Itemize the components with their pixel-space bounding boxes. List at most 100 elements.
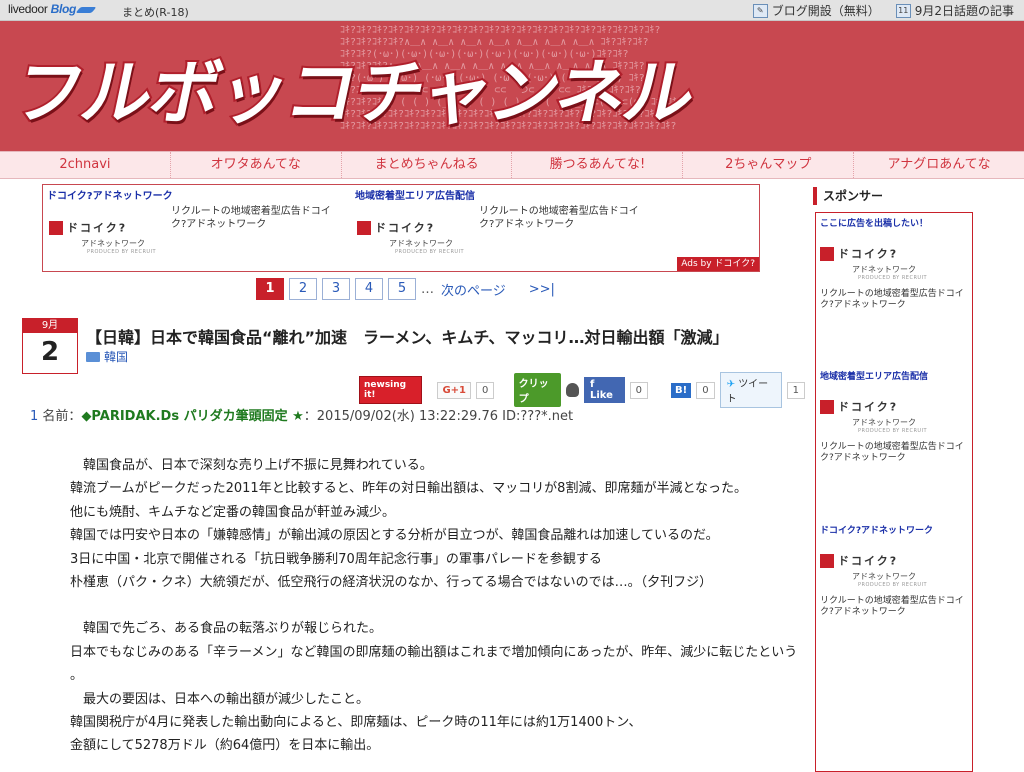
sponsor-text[interactable]: リクルートの地域密着型広告ドコイク?アドネットワーク (820, 442, 970, 464)
pager-ellipsis: … (421, 281, 434, 297)
sponsor-text[interactable]: リクルートの地域密着型広告ドコイク?アドネットワーク (820, 596, 970, 618)
logo-sub: アドネットワーク (852, 418, 916, 427)
ad-right-title[interactable]: 地域密着型エリア広告配信 (355, 187, 655, 202)
clip-button[interactable]: クリップ (513, 373, 561, 407)
logo-kana: ドコイク? (375, 221, 436, 235)
nav-item-owata[interactable]: オワタあんてな (171, 152, 342, 178)
sponsor-title[interactable]: ここに広告を出稿したい！ (820, 216, 970, 229)
tweet-button[interactable]: ✈ ツイート (719, 372, 782, 408)
sponsor-block-1[interactable]: ここに広告を出稿したい！ ドコイク? アドネットワーク PRODUCED BY … (820, 216, 970, 311)
logo-sub2: PRODUCED BY RECRUIT (858, 428, 928, 434)
newsing-button[interactable]: newsing it! (359, 376, 422, 404)
date-day: 2 (40, 337, 60, 367)
dokoiku-mark-icon (49, 220, 63, 235)
facebook-like-button[interactable]: f Like (583, 377, 625, 403)
post-date: 9月 2 (22, 318, 78, 374)
response-meta: ：2015/09/02(水) 13:22:29.76 ID:???*.net (303, 409, 574, 424)
dokoiku-mark-icon (820, 553, 834, 568)
social-buttons: newsing it! G+1 0 クリップ f Like 0 B! 0 ✈ ツ… (359, 372, 805, 408)
dokoiku-logo[interactable]: ドコイク? アドネットワーク PRODUCED BY RECRUIT (820, 550, 970, 590)
evernote-icon[interactable] (565, 383, 579, 397)
nav-item-matome-channel[interactable]: まとめちゃんねる (342, 152, 513, 178)
pagination: 1 2 3 4 5 … 次のページ >>| (256, 278, 555, 300)
antenna-nav: 2chnavi オワタあんてな まとめちゃんねる 勝つるあんてな! 2ちゃんマッ… (0, 151, 1024, 179)
facebook-count: 0 (629, 381, 649, 399)
page-3[interactable]: 3 (322, 278, 350, 300)
page-1[interactable]: 1 (256, 278, 284, 300)
logo-sub2: PRODUCED BY RECRUIT (858, 582, 928, 588)
sponsor-text[interactable]: リクルートの地域密着型広告ドコイク?アドネットワーク (820, 289, 970, 311)
twitter-icon: ✈ (726, 379, 735, 390)
ad-left-text[interactable]: リクルートの地域密着型広告ドコイク?アドネットワーク (171, 205, 341, 231)
logo-kana: ドコイク? (838, 247, 899, 261)
logo-sub2: PRODUCED BY RECRUIT (858, 275, 928, 281)
hatena-bookmark-button[interactable]: B! (671, 382, 692, 398)
logo-sub: アドネットワーク (389, 239, 453, 248)
nav-item-katsuru[interactable]: 勝つるあんてな! (512, 152, 684, 178)
poster-name: ◆PARIDAK.Ds パリダカ筆頭固定 ★ (81, 409, 304, 424)
body-line: 韓流ブームがピークだった2011年と比較すると、昨年の対日輸出額は、マッコリが8… (70, 481, 748, 497)
sponsor-block-2[interactable]: 地域密着型エリア広告配信 ドコイク? アドネットワーク PRODUCED BY … (820, 369, 970, 464)
nav-item-2ch-map[interactable]: 2ちゃんマップ (683, 152, 855, 178)
post-title[interactable]: 【日韓】日本で韓国食品“離れ”加速 ラーメン、キムチ、マッコリ…対日輸出額「激減… (86, 324, 728, 348)
logo-sub: アドネットワーク (852, 265, 916, 274)
logo-sub: アドネットワーク (852, 572, 916, 581)
sponsor-title[interactable]: 地域密着型エリア広告配信 (820, 369, 970, 382)
sponsor-block-3[interactable]: ドコイク?アドネットワーク ドコイク? アドネットワーク PRODUCED BY… (820, 523, 970, 618)
response-number[interactable]: 1 (30, 409, 38, 424)
pen-icon (75, 7, 97, 13)
body-line: 韓国では円安や日本の「嫌韓感情」が輸出減の原因とする分析が目立つが、韓国食品離れ… (70, 528, 719, 544)
sidebar: スポンサー ここに広告を出稿したい！ ドコイク? アドネットワーク PRODUC… (811, 182, 973, 772)
dokoiku-logo[interactable]: ドコイク? アドネットワーク PRODUCED BY RECRUIT (357, 217, 467, 257)
gplus-button[interactable]: G+1 (437, 381, 471, 399)
body-line: 朴槿恵（パク・クネ）大統領だが、低空飛行の経済状況のなか、行ってる場合ではないの… (70, 575, 713, 591)
dokoiku-logo[interactable]: ドコイク? アドネットワーク PRODUCED BY RECRUIT (820, 396, 970, 436)
topic-link[interactable]: 11 9月2日話題の記事 (895, 2, 1014, 19)
page-2[interactable]: 2 (289, 278, 317, 300)
dokoiku-logo[interactable]: ドコイク? アドネットワーク PRODUCED BY RECRUIT (49, 217, 159, 257)
ad-right-text[interactable]: リクルートの地域密着型広告ドコイク?アドネットワーク (479, 205, 649, 231)
gplus-count: 0 (475, 381, 495, 399)
main-content: ドコイク?アドネットワーク ドコイク? アドネットワーク PRODUCED BY… (20, 182, 805, 768)
body-line: 韓国で先ごろ、ある食品の転落ぶりが報じられた。 (70, 621, 383, 637)
livedoor-blog-logo[interactable]: livedoor Blog (8, 2, 97, 18)
ad-left[interactable]: ドコイク?アドネットワーク ドコイク? アドネットワーク PRODUCED BY… (47, 187, 347, 255)
logo-kana: ドコイク? (67, 221, 128, 235)
logo-kana: ドコイク? (838, 400, 899, 414)
last-page-link[interactable]: >>| (529, 282, 555, 297)
hatena-count: 0 (696, 381, 715, 399)
page-5[interactable]: 5 (388, 278, 416, 300)
body-line: 金額にして5278万ドル（約64億円）を日本に輸出。 (70, 738, 380, 754)
logo-kana: ドコイク? (838, 554, 899, 568)
post-category[interactable]: 韓国 (86, 348, 128, 365)
body-line: 3日に中国・北京で開催される「抗日戦争勝利70周年記念行事」の軍事パレードを参観… (70, 551, 602, 567)
body-line: 韓国関税庁が4月に発表した輸出動向によると、即席麺は、ピーク時の11年には約1万… (70, 715, 642, 731)
edit-icon: ✎ (752, 3, 768, 18)
dokoiku-logo[interactable]: ドコイク? アドネットワーク PRODUCED BY RECRUIT (820, 243, 970, 283)
logo-sub2: PRODUCED BY RECRUIT (87, 249, 157, 255)
ads-by-label[interactable]: Ads by ドコイク? (677, 257, 759, 271)
response-header: 1 名前：◆PARIDAK.Ds パリダカ筆頭固定 ★：2015/09/02(水… (30, 405, 573, 424)
fb-like-label: Like (589, 390, 613, 401)
open-blog-label: ブログ開設（無料） (771, 4, 880, 18)
matome-link[interactable]: まとめ(R-18) (122, 4, 189, 20)
folder-icon (86, 352, 100, 362)
ad-box: ドコイク?アドネットワーク ドコイク? アドネットワーク PRODUCED BY… (42, 184, 760, 272)
open-blog-link[interactable]: ✎ ブログ開設（無料） (752, 2, 880, 19)
ad-left-title[interactable]: ドコイク?アドネットワーク (47, 187, 347, 202)
logo-sub2: PRODUCED BY RECRUIT (395, 249, 465, 255)
nav-item-anaguro[interactable]: アナグロあんてな (854, 152, 1024, 178)
body-line: 日本でもなじみのある「辛ラーメン」など韓国の即席麺の輸出額はこれまで増加傾向にあ… (70, 644, 798, 660)
nav-item-2chnavi[interactable]: 2chnavi (0, 152, 171, 178)
page-4[interactable]: 4 (355, 278, 383, 300)
sponsor-title[interactable]: ドコイク?アドネットワーク (820, 523, 970, 536)
body-line: 他にも焼酎、キムチなど定番の韓国食品が軒並み減少。 (70, 504, 396, 520)
name-label: 名前： (42, 409, 82, 424)
logo-sub: アドネットワーク (81, 239, 145, 248)
tweet-count: 1 (786, 381, 805, 399)
ad-right[interactable]: 地域密着型エリア広告配信 ドコイク? アドネットワーク PRODUCED BY … (355, 187, 655, 255)
site-banner[interactable]: ｺｷ?ｺｷ?ｺｷ?ｺｷ?ｺｷ?ｺｷ?ｺｷ?ｺｷ?ｺｷ?ｺｷ?ｺｷ?ｺｷ?ｺｷ?ｺ… (0, 21, 1024, 151)
next-page-link[interactable]: 次のページ (441, 280, 506, 299)
body-line: 。 (70, 668, 84, 684)
article-body: 韓国食品が、日本で深刻な売り上げ不振に見舞われている。 韓流ブームがピークだった… (70, 454, 800, 758)
